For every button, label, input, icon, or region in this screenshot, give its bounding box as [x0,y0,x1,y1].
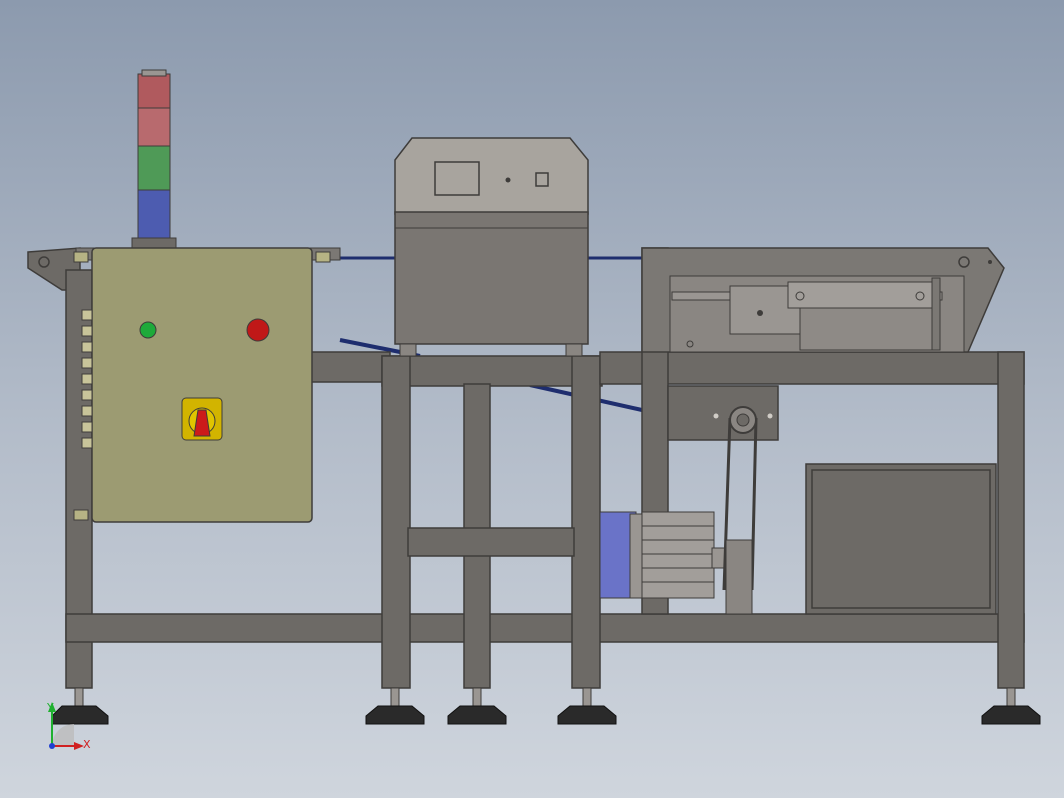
foot [51,687,109,725]
outfeed-conveyor [641,247,1005,353]
control-cabinet [73,247,331,523]
metal-detector [394,137,589,357]
foot [447,687,507,725]
axis-x-label: X [83,738,91,751]
drive-motor [599,511,729,599]
cad-viewport: Y X [27,69,1041,751]
foot [557,687,617,725]
start-button-green [139,321,157,339]
axis-y-label: Y [46,701,54,714]
signal-tower [131,69,177,249]
rotary-switch [181,397,223,441]
terminal-blocks [81,309,93,449]
detector-indicator [505,177,511,183]
leveling-feet [51,687,1041,725]
foot [365,687,425,725]
side-panel [805,463,997,615]
stop-button-red [246,318,270,342]
detector-display [434,161,480,196]
foot [981,687,1041,725]
